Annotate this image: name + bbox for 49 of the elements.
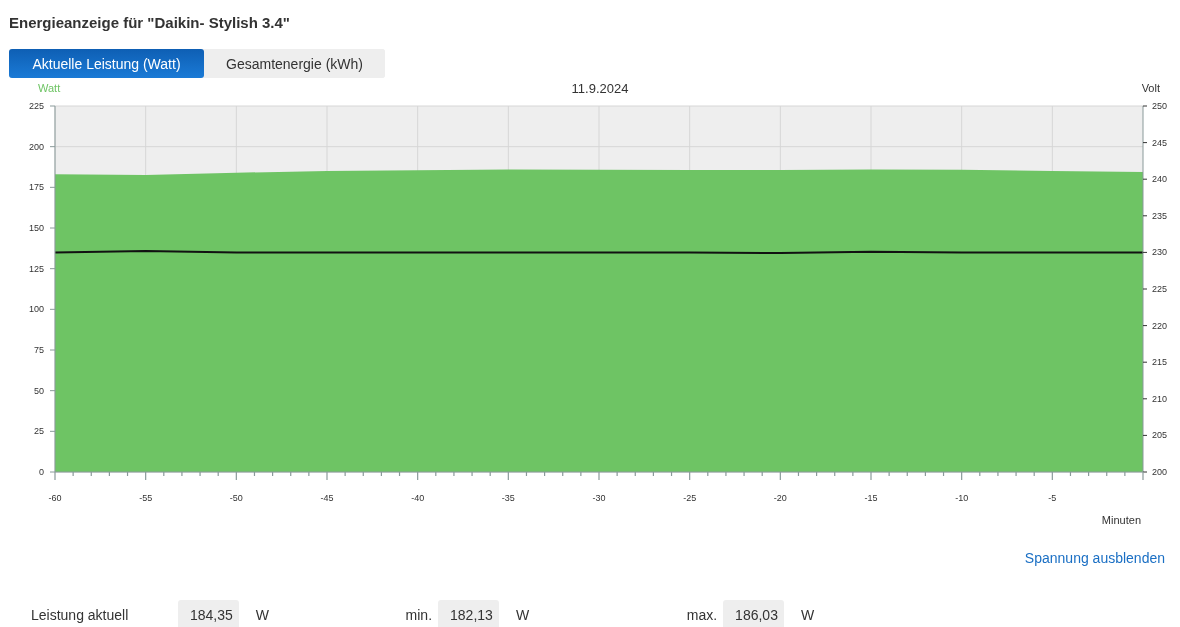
x-tick-label: -35 (501, 493, 515, 503)
y-tick-label: 75 (34, 345, 44, 355)
y-axis-label: Watt (38, 82, 61, 94)
y-axis-label: Volt (1141, 82, 1160, 94)
y-tick-label: 250 (1152, 101, 1168, 111)
page-title: Energieanzeige für "Daikin- Stylish 3.4" (9, 14, 291, 33)
tab[interactable]: Aktuelle Leistung (Watt) (9, 49, 204, 78)
y-tick-label: 240 (1152, 174, 1168, 185)
y-tick-label: 0 (39, 467, 44, 477)
x-tick-label: -25 (683, 493, 697, 503)
y-tick-label: 245 (1152, 137, 1168, 148)
x-tick-label: -50 (229, 493, 243, 503)
stat-unit: W (800, 606, 815, 623)
y-tick-label: 175 (28, 182, 44, 193)
stat-label: min. (404, 606, 433, 623)
chart-title: 11.9.2024 (571, 81, 629, 96)
x-tick-label: -15 (864, 493, 878, 503)
y-tick-label: 200 (1152, 467, 1168, 477)
x-axis-label: Minuten (1101, 514, 1141, 526)
y-tick-label: 205 (1152, 430, 1168, 441)
x-tick-label: -30 (592, 493, 606, 503)
y-tick-label: 220 (1152, 320, 1168, 331)
y-tick-label: 25 (34, 426, 44, 437)
x-tick-label: -20 (773, 493, 787, 503)
stat-value: 186,03 (723, 600, 784, 627)
y-tick-label: 215 (1152, 357, 1168, 368)
y-tick-label: 210 (1152, 393, 1168, 404)
x-tick-label: -45 (320, 493, 334, 503)
stat-value: 184,35 (178, 600, 239, 627)
y-tick-label: 150 (28, 223, 44, 233)
x-tick-label: -40 (411, 493, 425, 503)
x-tick-label: -10 (955, 493, 969, 503)
stat-label: max. (685, 606, 718, 623)
y-tick-label: 200 (28, 141, 44, 152)
stat-label: Leistung aktuell (31, 606, 130, 623)
x-tick-label: -55 (139, 493, 153, 503)
x-tick-label: -5 (1048, 493, 1057, 503)
stat-unit: W (255, 606, 270, 623)
x-tick-label: -60 (48, 493, 62, 503)
y-tick-label: 125 (28, 263, 44, 274)
hide-voltage-link[interactable]: Spannung ausblenden (1024, 550, 1165, 566)
y-tick-label: 100 (28, 304, 44, 315)
stat-value: 182,13 (438, 600, 499, 627)
y-tick-label: 50 (34, 385, 44, 396)
stat-unit: W (515, 606, 530, 623)
y-tick-label: 225 (1152, 284, 1168, 294)
y-tick-label: 235 (1152, 210, 1168, 221)
y-tick-label: 230 (1152, 247, 1168, 258)
y-tick-label: 225 (28, 101, 44, 111)
